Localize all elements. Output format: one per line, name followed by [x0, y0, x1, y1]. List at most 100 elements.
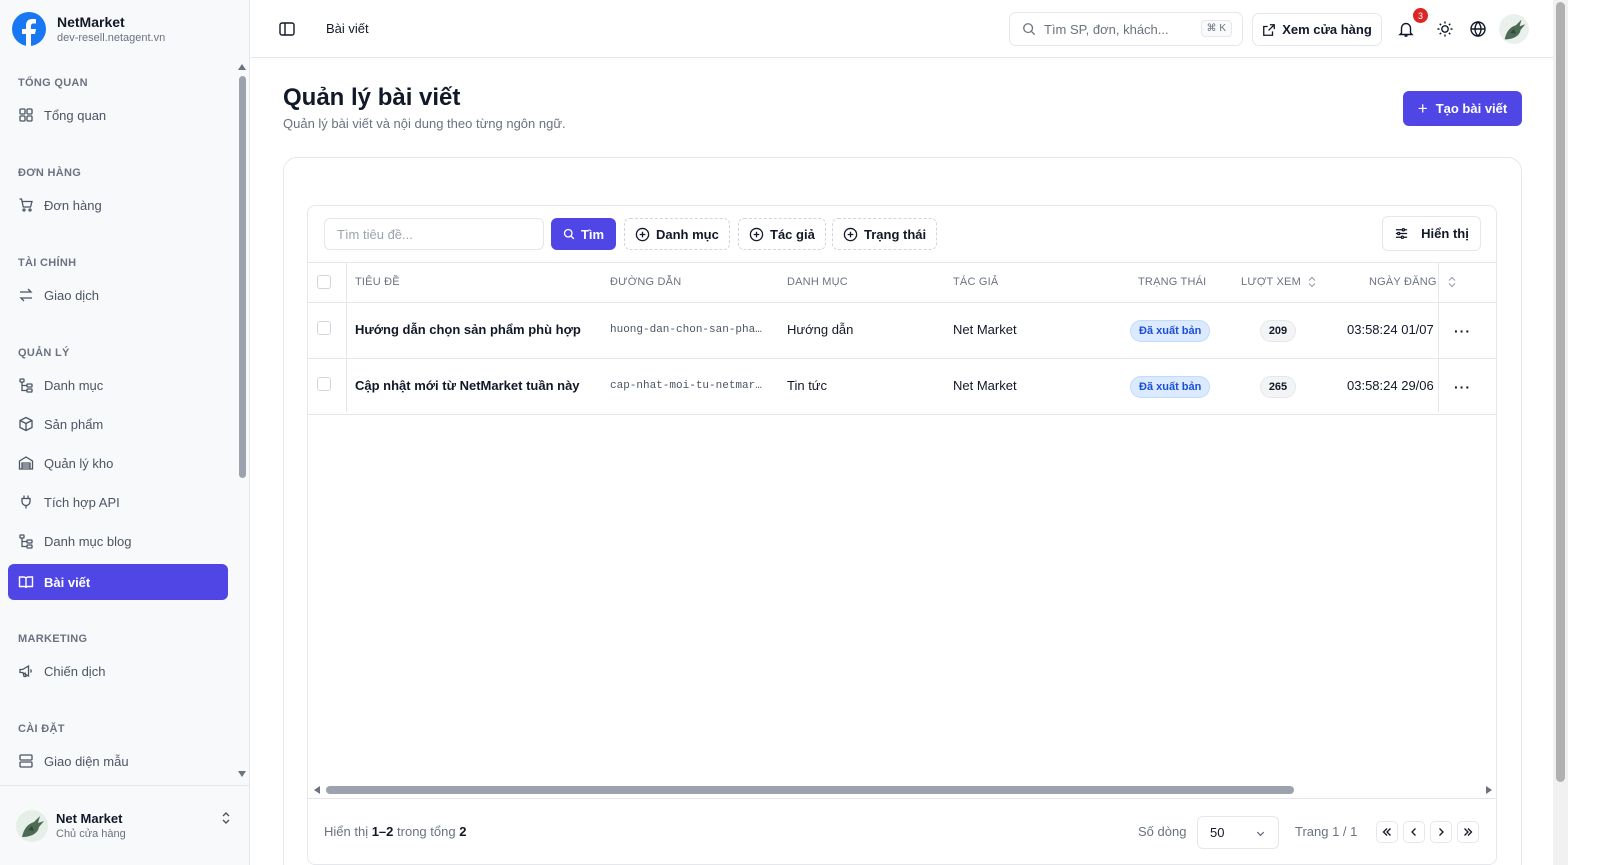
sidebar-item-transactions[interactable]: Giao dịch: [8, 277, 228, 313]
table-header: TIÊU ĐỀ ĐƯỜNG DẪN DANH MỤC TÁC GIẢ TRẠNG…: [308, 262, 1496, 303]
sun-icon[interactable]: [1436, 20, 1454, 38]
scroll-left-arrow[interactable]: [314, 786, 320, 794]
sidebar-toggle-icon[interactable]: [278, 20, 296, 38]
pagination-summary: Hiển thị 1–2 trong tổng 2: [324, 824, 466, 839]
view-store-button[interactable]: Xem cửa hàng: [1252, 13, 1382, 46]
brand[interactable]: NetMarket dev-resell.netagent.vn: [12, 11, 165, 47]
view-options-label: Hiển thị: [1421, 226, 1469, 241]
sidebar-item-posts[interactable]: Bài viết: [8, 564, 228, 600]
view-count: 209: [1260, 320, 1296, 342]
row-checkbox[interactable]: [317, 321, 331, 335]
first-page-button[interactable]: [1376, 821, 1398, 843]
transfer-arrows-icon: [19, 288, 33, 302]
scroll-right-arrow[interactable]: [1486, 786, 1492, 794]
sidebar-scroll-up-arrow[interactable]: [238, 64, 246, 70]
user-menu[interactable]: Net Market Chủ cửa hàng: [0, 785, 250, 865]
sidebar-item-blog-categories[interactable]: Danh mục blog: [8, 523, 228, 559]
rows-per-page-select[interactable]: 50: [1197, 816, 1279, 849]
column-header-date[interactable]: NGÀY ĐĂNG: [1369, 276, 1457, 288]
sidebar-item-products[interactable]: Sản phẩm: [8, 406, 228, 442]
column-header-date-label: NGÀY ĐĂNG: [1369, 276, 1437, 288]
nav-group-title: TỔNG QUAN: [18, 77, 88, 89]
sidebar-nav: TỔNG QUAN Tổng quan ĐƠN HÀNG Đơn hàng TÀ…: [0, 70, 240, 790]
view-store-label: Xem cửa hàng: [1282, 22, 1372, 37]
filter-label: Tác giả: [770, 226, 815, 242]
horizontal-scrollbar-thumb[interactable]: [326, 786, 1294, 794]
status-badge: Đã xuất bản: [1130, 320, 1211, 342]
nav-group-title: QUẢN LÝ: [18, 347, 70, 359]
table-row[interactable]: Cập nhật mới từ NetMarket tuần này cap-n…: [308, 359, 1496, 415]
top-header: Bài viết Tìm SP, đơn, khách... ⌘ K Xem c…: [251, 0, 1553, 58]
post-title[interactable]: Cập nhật mới từ NetMarket tuần này: [355, 378, 580, 393]
last-page-button[interactable]: [1457, 821, 1479, 843]
next-page-button[interactable]: [1430, 821, 1452, 843]
chevrons-left-icon: [1382, 828, 1391, 836]
row-checkbox[interactable]: [317, 377, 331, 391]
globe-icon[interactable]: [1469, 20, 1487, 38]
column-header-slug[interactable]: ĐƯỜNG DẪN: [610, 276, 681, 288]
filter-author-button[interactable]: Tác giả: [738, 218, 826, 250]
post-date: 03:58:24 29/06: [1347, 378, 1434, 393]
sidebar-item-templates[interactable]: Giao diện mẫu: [8, 743, 228, 779]
title-search-input[interactable]: Tìm tiêu đề...: [324, 218, 544, 250]
table-footer: Hiển thị 1–2 trong tổng 2 Số dòng 50 Tra…: [308, 798, 1496, 864]
filter-status-button[interactable]: Trạng thái: [832, 218, 938, 250]
title-search-placeholder: Tìm tiêu đề...: [337, 226, 413, 242]
column-divider: [346, 262, 347, 412]
sidebar-scroll-down-arrow[interactable]: [238, 771, 246, 777]
chevron-down-icon: [1256, 831, 1265, 837]
box-icon: [19, 416, 33, 432]
row-actions-icon[interactable]: ···: [1454, 324, 1471, 338]
sort-icon: [1308, 276, 1316, 288]
sidebar-item-api[interactable]: Tích hợp API: [8, 484, 228, 520]
nav-group-title: CÀI ĐẶT: [18, 723, 65, 735]
table-horizontal-scrollbar[interactable]: [312, 784, 1494, 796]
sidebar-item-overview[interactable]: Tổng quan: [8, 97, 228, 133]
sidebar-item-inventory[interactable]: Quản lý kho: [8, 445, 228, 481]
view-count: 265: [1260, 376, 1296, 398]
book-icon: [18, 576, 34, 589]
post-author: Net Market: [953, 322, 1017, 337]
select-all-checkbox[interactable]: [317, 275, 331, 289]
sidebar-item-categories[interactable]: Danh mục: [8, 367, 228, 403]
sidebar-item-label: Tổng quan: [44, 107, 107, 123]
table-row[interactable]: Hướng dẫn chọn sản phẩm phù hợp huong-da…: [308, 303, 1496, 359]
page-scrollbar-thumb[interactable]: [1556, 2, 1565, 782]
post-title[interactable]: Hướng dẫn chọn sản phẩm phù hợp: [355, 322, 581, 337]
column-header-views[interactable]: LƯỢT XEM: [1241, 276, 1317, 288]
user-role: Chủ cửa hàng: [56, 828, 126, 840]
column-header-title[interactable]: TIÊU ĐỀ: [355, 276, 400, 288]
bell-icon[interactable]: [1397, 20, 1415, 38]
plus-circle-icon: [635, 227, 650, 241]
sidebar: NetMarket dev-resell.netagent.vn TỔNG QU…: [0, 0, 250, 865]
filter-category-button[interactable]: Danh mục: [624, 218, 730, 250]
status-badge: Đã xuất bản: [1130, 376, 1211, 398]
search-icon: [1023, 23, 1036, 36]
search-button[interactable]: Tìm: [551, 218, 616, 250]
megaphone-icon: [19, 664, 32, 678]
create-post-button[interactable]: + Tạo bài viết: [1403, 91, 1522, 126]
column-header-author[interactable]: TÁC GIẢ: [953, 276, 998, 288]
cart-icon: [19, 198, 33, 212]
sidebar-scrollbar-thumb[interactable]: [239, 76, 246, 478]
column-header-status[interactable]: TRẠNG THÁI: [1138, 276, 1206, 288]
post-category: Hướng dẫn: [787, 322, 854, 337]
post-date: 03:58:24 01/07: [1347, 322, 1434, 337]
rows-per-page-value: 50: [1210, 825, 1225, 840]
user-name: Net Market: [56, 811, 123, 826]
previous-page-button[interactable]: [1403, 821, 1425, 843]
row-actions-icon[interactable]: ···: [1454, 380, 1471, 394]
sidebar-item-orders[interactable]: Đơn hàng: [8, 187, 228, 223]
search-shortcut: ⌘ K: [1200, 20, 1232, 37]
notification-badge: 3: [1413, 8, 1428, 23]
column-header-category[interactable]: DANH MỤC: [787, 276, 848, 288]
page-title: Quản lý bài viết: [283, 84, 461, 111]
nav-group-title: ĐƠN HÀNG: [18, 167, 82, 179]
column-header-views-label: LƯỢT XEM: [1241, 276, 1301, 288]
global-search-input[interactable]: Tìm SP, đơn, khách... ⌘ K: [1009, 12, 1243, 46]
sidebar-item-campaigns[interactable]: Chiến dịch: [8, 653, 228, 689]
sidebar-item-label: Giao diện mẫu: [44, 753, 129, 769]
header-avatar[interactable]: [1499, 14, 1529, 44]
view-options-button[interactable]: Hiển thị: [1382, 216, 1481, 251]
post-slug: huong-dan-chon-san-pham…: [610, 324, 768, 336]
